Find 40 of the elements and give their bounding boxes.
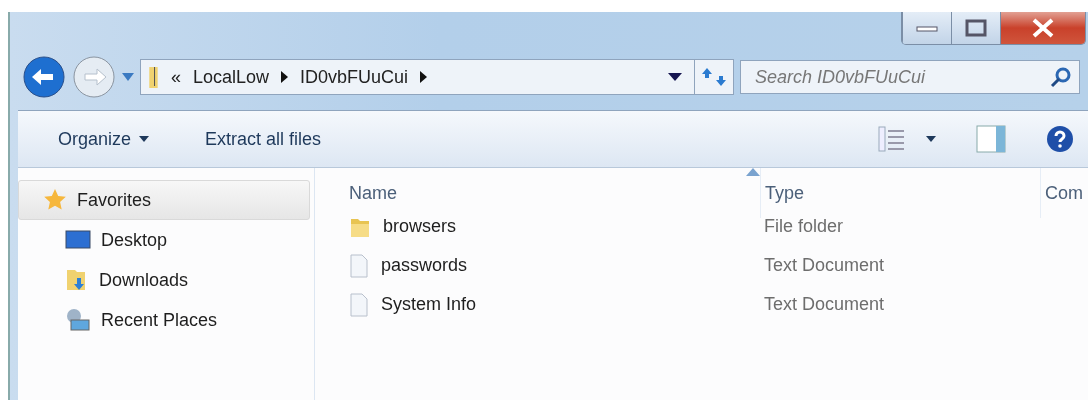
file-name[interactable]: System Info [345,285,760,324]
sidebar-item[interactable]: Favorites [18,180,310,220]
maximize-icon [965,19,987,37]
document-icon [349,253,369,278]
column-header[interactable]: Type [760,168,1040,218]
desktop-icon [65,230,91,250]
star-icon [43,188,67,212]
minimize-button[interactable] [902,12,951,44]
sidebar-item[interactable]: Recent Places [18,300,310,340]
search-icon [1050,66,1072,88]
folder-icon [149,66,159,88]
column-header[interactable]: Com [1040,168,1088,218]
search-field[interactable]: Search ID0vbFUuCui [740,60,1080,94]
breadcrumb-arrow-icon[interactable] [281,71,289,83]
minimize-icon [916,24,938,32]
close-icon [1031,18,1055,38]
file-type: File folder [763,215,845,238]
sidebar-item[interactable]: Desktop [18,220,310,260]
address-dropdown-icon[interactable] [668,73,682,81]
address-bar[interactable]: « LocalLow ID0vbFUuCui [140,59,734,95]
close-button[interactable] [1000,12,1085,44]
breadcrumb[interactable]: LocalLow [193,66,270,88]
recent-places-icon [65,308,91,332]
document-icon [349,292,369,317]
caret-icon [926,136,936,142]
back-button[interactable] [22,55,66,99]
overflow-chevron[interactable]: « [171,66,181,88]
breadcrumb[interactable]: ID0vbFUuCui [300,66,409,88]
help-icon[interactable] [1046,125,1074,153]
file-type: Text Document [763,254,886,277]
sidebar-item[interactable]: Downloads [18,260,310,300]
maximize-button[interactable] [951,12,1000,44]
file-name[interactable]: passwords [345,246,760,285]
view-options-icon[interactable] [878,126,906,152]
breadcrumb-arrow-icon[interactable] [420,71,428,83]
toolbar-button[interactable]: Extract all files [205,128,322,150]
file-type: Text Document [763,293,886,316]
history-dropdown-icon[interactable] [122,73,134,81]
toolbar-button[interactable]: Organize [58,128,150,150]
sort-arrow-icon [746,168,760,176]
